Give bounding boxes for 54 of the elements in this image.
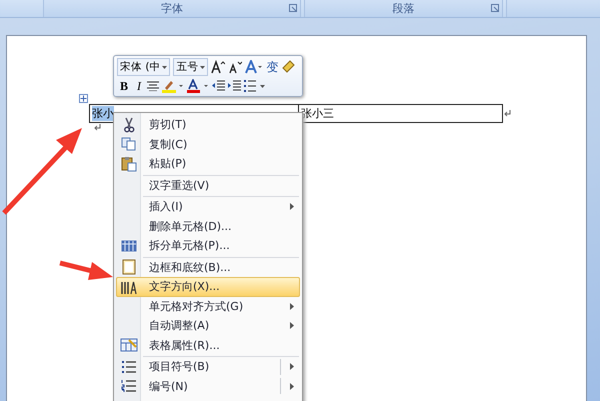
arrow-drawing: [59, 260, 113, 280]
scissors-icon: [122, 116, 136, 133]
menu-item[interactable]: 边框和底纹(B)...: [116, 256, 300, 277]
table-move-handle-icon[interactable]: [79, 94, 88, 103]
font-dropdown[interactable]: 宋体 (中: [117, 58, 170, 76]
submenu-arrow-icon: [290, 322, 294, 330]
shrink-font-icon[interactable]: [228, 60, 242, 74]
menu-item[interactable]: 插入(I): [116, 195, 300, 216]
submenu-arrow-icon: [290, 382, 294, 390]
menu-item[interactable]: 复制(C): [116, 134, 300, 154]
bold-button[interactable]: B: [117, 78, 132, 94]
format-painter-icon[interactable]: [281, 60, 296, 74]
highlighter-icon[interactable]: [162, 79, 184, 93]
clipboard-icon: [121, 156, 137, 172]
menu-item[interactable]: 剪切(T): [116, 115, 300, 134]
dialog-launcher-icon[interactable]: [491, 4, 499, 12]
menu-item[interactable]: 删除单元格(D)...: [116, 216, 300, 236]
italic-button[interactable]: I: [134, 78, 144, 94]
bullet-list-icon[interactable]: [244, 80, 266, 92]
increase-indent-icon[interactable]: [228, 80, 242, 92]
table-icon: [121, 240, 137, 252]
paragraph-mark-icon: [504, 110, 511, 117]
decrease-indent-icon[interactable]: [212, 80, 226, 92]
ribbon-group-label: 字体: [43, 0, 301, 17]
grow-font-icon[interactable]: [211, 60, 226, 74]
menu-item[interactable]: 文字方向(X)...: [116, 277, 300, 296]
table-properties-icon: [120, 338, 138, 352]
font-size-dropdown[interactable]: 五号: [173, 58, 208, 76]
page-icon: [122, 259, 136, 276]
submenu-arrow-icon: [290, 302, 294, 310]
menu-item[interactable]: 项目符号(B): [116, 355, 300, 376]
bullet-list-icon: [121, 360, 137, 374]
menu-item[interactable]: 编号(N): [116, 376, 300, 396]
text-style-icon[interactable]: [245, 60, 264, 74]
cell-text: 张小三: [301, 106, 334, 121]
ribbon-group-label: 段落: [304, 0, 503, 17]
menu-item[interactable]: 自动调整(A): [116, 316, 300, 336]
center-align-icon[interactable]: [147, 81, 160, 91]
caret-icon: [200, 66, 206, 68]
phonetic-guide-button[interactable]: 变: [266, 58, 278, 76]
menu-item[interactable]: 汉字重选(V): [116, 174, 300, 195]
submenu-arrow-icon: [290, 203, 294, 210]
dialog-launcher-icon[interactable]: [289, 4, 297, 12]
menu-item[interactable]: 表格属性(R)...: [116, 336, 300, 355]
copy-icon: [121, 137, 137, 152]
paragraph-mark-icon: [94, 124, 101, 131]
numbered-list-icon: [121, 379, 137, 394]
font-color-icon[interactable]: [187, 79, 210, 93]
menu-item[interactable]: 粘贴(P): [116, 154, 300, 174]
menu-item[interactable]: 拆分单元格(P)...: [116, 236, 300, 256]
caret-icon: [162, 66, 168, 68]
submenu-arrow-icon: [290, 363, 294, 370]
cell-text: 张小: [92, 106, 114, 121]
menu-item[interactable]: 单元格对齐方式(G): [116, 296, 300, 316]
